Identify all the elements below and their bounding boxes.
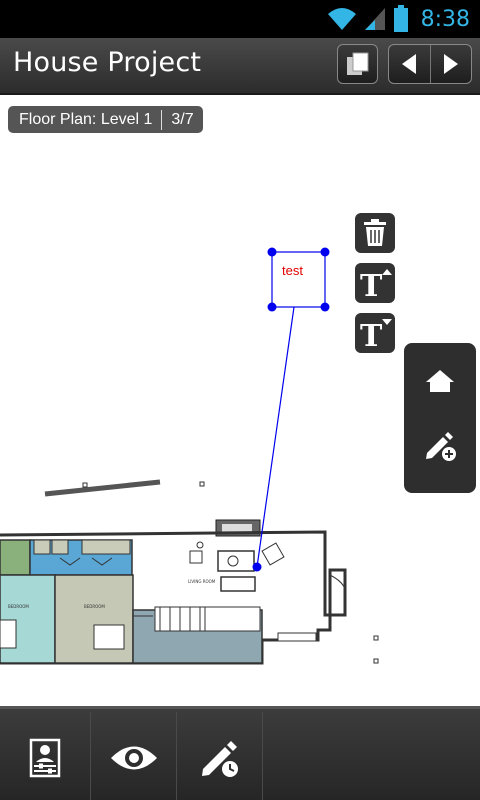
- wifi-icon: [327, 8, 356, 30]
- markup-history-icon: [202, 740, 238, 777]
- text-size-increase-button[interactable]: T: [355, 263, 395, 303]
- previous-page-button[interactable]: [389, 45, 430, 83]
- signal-icon: [364, 8, 385, 30]
- add-markup-icon: [426, 432, 456, 461]
- text-size-decrease-icon: T: [360, 319, 392, 349]
- toolbar-divider: [262, 712, 263, 800]
- settings-icon: [29, 738, 61, 777]
- delete-annotation-button[interactable]: [355, 213, 395, 253]
- text-size-decrease-button[interactable]: T: [355, 313, 395, 353]
- next-icon: [443, 54, 458, 74]
- page-navigation: [388, 44, 472, 84]
- room-label-living: LIVING ROOM: [188, 579, 216, 584]
- home-button[interactable]: [418, 359, 462, 403]
- plan-name: Floor Plan: Level 1: [19, 110, 153, 128]
- delete-icon: [364, 219, 386, 246]
- markup-history-button[interactable]: [178, 712, 262, 800]
- battery-icon: [393, 5, 408, 32]
- view-button[interactable]: [92, 712, 176, 800]
- bottom-toolbar: [0, 706, 480, 800]
- add-markup-button[interactable]: [418, 423, 462, 467]
- plan-page-number: 3/7: [171, 110, 194, 128]
- app-title: House Project: [13, 47, 202, 78]
- side-panel: [404, 343, 476, 493]
- toolbar-divider: [90, 712, 91, 800]
- pages-button[interactable]: [337, 44, 378, 84]
- previous-icon: [402, 54, 417, 74]
- svg-text:T: T: [360, 319, 383, 349]
- home-icon: [426, 370, 454, 392]
- svg-text:T: T: [360, 269, 383, 299]
- next-page-button[interactable]: [429, 45, 472, 83]
- pages-icon: [346, 52, 368, 75]
- plan-label-divider: [161, 109, 163, 130]
- view-icon: [111, 746, 157, 769]
- plan-label: Floor Plan: Level 1 3/7: [8, 106, 203, 133]
- text-size-increase-icon: T: [360, 269, 392, 299]
- status-time: 8:38: [420, 6, 470, 32]
- action-bar: House Project: [0, 38, 480, 95]
- status-bar: 8:38: [0, 0, 480, 38]
- drawing-canvas[interactable]: LIVING ROOM BEDROOM BEDROOM test Floor P…: [0, 95, 480, 706]
- toolbar-divider: [176, 712, 177, 800]
- room-label-bedroom-1: BEDROOM: [8, 604, 29, 609]
- properties-button[interactable]: [0, 712, 90, 800]
- annotation-text[interactable]: test: [282, 263, 303, 278]
- room-label-bedroom-2: BEDROOM: [84, 604, 105, 609]
